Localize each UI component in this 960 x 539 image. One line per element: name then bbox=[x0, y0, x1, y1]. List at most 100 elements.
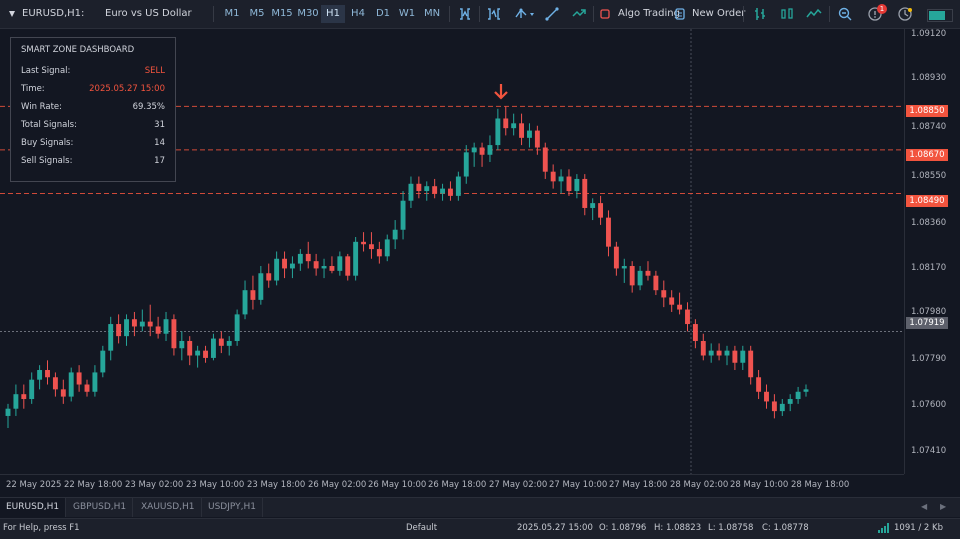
dashboard-value: 2025.05.27 15:00 bbox=[89, 84, 165, 94]
candle-body bbox=[534, 130, 540, 148]
time-tick: 28 May 18:00 bbox=[791, 480, 850, 490]
status-close: C: 1.08778 bbox=[762, 523, 809, 533]
candle-body bbox=[416, 183, 422, 192]
candle-body bbox=[487, 145, 493, 155]
candle-body bbox=[582, 178, 588, 208]
level-price-tag: 1.08490 bbox=[906, 195, 948, 207]
timeframe-d1[interactable]: D1 bbox=[371, 5, 395, 23]
connection-status-icon bbox=[927, 9, 953, 22]
candle-body bbox=[511, 123, 517, 129]
candle-body bbox=[756, 377, 762, 392]
price-tick: 1.07980 bbox=[911, 307, 947, 317]
algo-trading-icon[interactable] bbox=[599, 6, 611, 22]
trendline-icon[interactable] bbox=[544, 6, 560, 22]
timeframe-m5[interactable]: M5 bbox=[245, 5, 269, 23]
time-tick: 22 May 18:00 bbox=[64, 480, 123, 490]
candle-body bbox=[376, 249, 382, 257]
candle-body bbox=[329, 266, 335, 271]
candle-body bbox=[519, 123, 525, 138]
crosshair-menu-icon[interactable] bbox=[514, 6, 536, 22]
candle-body bbox=[250, 290, 256, 300]
tab-gbpusd[interactable]: GBPUSD,H1 bbox=[67, 498, 134, 517]
dashboard-row-buy-signals: Buy Signals: 14 bbox=[21, 138, 165, 148]
candle-body bbox=[629, 266, 635, 286]
candle-body bbox=[455, 176, 461, 196]
top-toolbar: EURUSD,H1: Euro vs US Dollar M1 M5 M15 M… bbox=[0, 0, 960, 29]
candlestick-icon[interactable] bbox=[779, 6, 795, 22]
candle-body bbox=[108, 324, 114, 351]
dashboard-label: Buy Signals: bbox=[21, 138, 74, 148]
price-tick: 1.08360 bbox=[911, 218, 947, 228]
candle-body bbox=[321, 266, 327, 269]
time-tick: 28 May 10:00 bbox=[730, 480, 789, 490]
status-open: O: 1.08796 bbox=[599, 523, 647, 533]
bar-chart-icon[interactable] bbox=[752, 6, 768, 22]
timeframe-m1[interactable]: M1 bbox=[220, 5, 244, 23]
candle-body bbox=[203, 350, 208, 358]
candle-body bbox=[598, 203, 604, 218]
symbol-menu-icon[interactable] bbox=[6, 0, 18, 28]
candle-body bbox=[210, 338, 216, 358]
price-tick: 1.08550 bbox=[911, 171, 947, 181]
candle-body bbox=[527, 130, 532, 138]
algo-trading-button[interactable]: Algo Trading bbox=[618, 0, 680, 28]
candle-body bbox=[234, 314, 240, 341]
candle-body bbox=[187, 340, 193, 356]
toolbar-divider bbox=[213, 6, 214, 22]
status-help: For Help, press F1 bbox=[3, 523, 80, 533]
timeframe-m15[interactable]: M15 bbox=[270, 5, 294, 23]
candle-body bbox=[289, 263, 295, 269]
tab-scroll-left-icon[interactable]: ◀ bbox=[921, 502, 927, 511]
market-watch-icon[interactable] bbox=[897, 6, 913, 22]
chart-type-icon[interactable] bbox=[486, 6, 502, 22]
candle-body bbox=[100, 350, 106, 373]
sell-signal-arrow-icon bbox=[494, 84, 508, 100]
time-tick: 27 May 18:00 bbox=[609, 480, 668, 490]
candle-body bbox=[558, 176, 564, 182]
connection-bar-fill bbox=[929, 11, 945, 20]
auto-scroll-icon[interactable] bbox=[571, 6, 587, 22]
candle-body bbox=[92, 372, 98, 392]
candle-body bbox=[590, 203, 596, 208]
candle-body bbox=[337, 256, 343, 271]
line-chart-icon[interactable] bbox=[806, 6, 822, 22]
level-price-tag: 1.08670 bbox=[906, 149, 948, 161]
toolbar-divider bbox=[743, 6, 744, 22]
dashboard-row-last-signal: Last Signal: SELL bbox=[21, 66, 165, 76]
status-low: L: 1.08758 bbox=[708, 523, 754, 533]
dashboard-row-total-signals: Total Signals: 31 bbox=[21, 120, 165, 130]
candle-body bbox=[716, 350, 722, 356]
candle-body bbox=[345, 256, 351, 276]
status-datetime: 2025.05.27 15:00 bbox=[517, 523, 593, 533]
timeframe-w1[interactable]: W1 bbox=[395, 5, 419, 23]
candle-body bbox=[653, 275, 659, 291]
candle-body bbox=[574, 178, 580, 192]
new-order-icon[interactable] bbox=[674, 6, 686, 22]
dashboard-row-win-rate: Win Rate: 69.35% bbox=[21, 102, 165, 112]
candle-body bbox=[645, 270, 651, 276]
candle-body bbox=[179, 340, 185, 349]
price-tick: 1.08170 bbox=[911, 263, 947, 273]
candle-body bbox=[21, 394, 27, 400]
timeframe-m30[interactable]: M30 bbox=[296, 5, 320, 23]
candle-body bbox=[787, 399, 793, 404]
zoom-icon[interactable] bbox=[837, 6, 853, 22]
tab-eurusd[interactable]: EURUSD,H1 bbox=[0, 498, 67, 517]
candle-body bbox=[708, 350, 714, 356]
new-order-button[interactable]: New Order bbox=[692, 0, 745, 28]
time-tick: 23 May 18:00 bbox=[247, 480, 306, 490]
tab-usdjpy[interactable]: USDJPY,H1 bbox=[202, 498, 263, 517]
candle-body bbox=[361, 241, 366, 245]
status-profile[interactable]: Default bbox=[406, 518, 437, 538]
time-tick: 23 May 02:00 bbox=[125, 480, 184, 490]
tab-xauusd[interactable]: XAUUSD,H1 bbox=[135, 498, 202, 517]
timeframe-mn[interactable]: MN bbox=[420, 5, 444, 23]
tab-scroll-right-icon[interactable]: ▶ bbox=[940, 502, 946, 511]
candle-body bbox=[740, 350, 746, 363]
time-tick: 28 May 02:00 bbox=[670, 480, 729, 490]
indicators-icon[interactable] bbox=[457, 6, 473, 22]
price-tick: 1.09120 bbox=[911, 29, 947, 39]
timeframe-h1[interactable]: H1 bbox=[321, 5, 345, 23]
toolbar-divider bbox=[829, 6, 830, 22]
timeframe-h4[interactable]: H4 bbox=[346, 5, 370, 23]
